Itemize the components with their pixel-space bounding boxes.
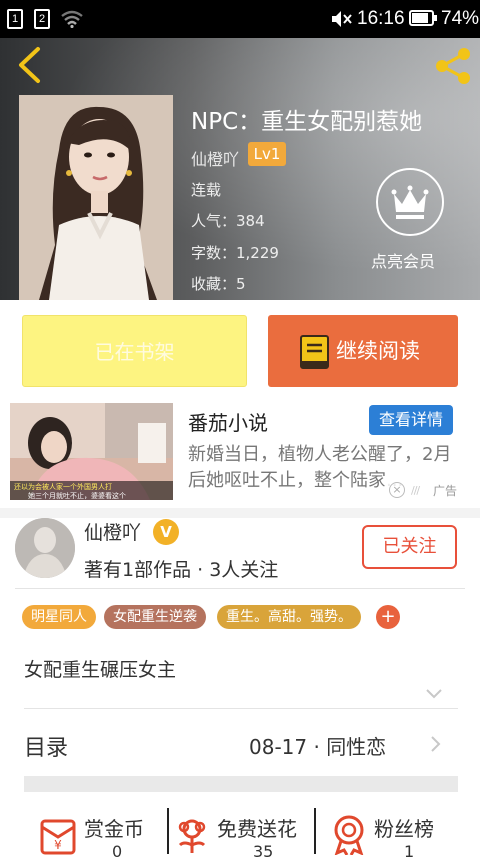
- ad-image-caption-2: 她三个月就吐不止，婆婆看这个: [28, 492, 126, 500]
- on-shelf-button[interactable]: 已在书架: [22, 315, 247, 387]
- book-status: 连载: [191, 181, 222, 199]
- book-icon: [300, 335, 329, 369]
- tag-item[interactable]: 女配重生逆袭: [104, 605, 206, 629]
- book-favorites: 收藏：5: [191, 275, 246, 293]
- reward-count: 0: [112, 842, 123, 861]
- status-bar: 1 2 16:16 74%: [0, 0, 480, 38]
- share-icon[interactable]: [433, 47, 473, 85]
- wifi-icon: [61, 10, 83, 28]
- vip-button[interactable]: [376, 168, 444, 236]
- author-level-badge: Lv1: [248, 142, 286, 166]
- battery-tip: [434, 15, 437, 21]
- book-word-count: 字数：1,229: [191, 244, 279, 262]
- reward-label[interactable]: 赏金币: [84, 813, 144, 842]
- sim-1-icon: 1: [7, 9, 23, 29]
- svg-text:¥: ¥: [54, 838, 62, 852]
- ad-view-details-button[interactable]: 查看详情: [369, 405, 453, 435]
- avatar-image: [15, 518, 75, 578]
- flowers-count: 35: [253, 842, 274, 861]
- follow-button[interactable]: 已关注: [362, 525, 457, 569]
- mute-icon: [332, 11, 352, 27]
- fans-rank-count: 1: [404, 842, 415, 861]
- spacer-band: [24, 776, 458, 792]
- ad-badge[interactable]: × /// 广告: [383, 480, 469, 502]
- chevron-down-icon[interactable]: [425, 688, 443, 700]
- battery-percent: 74%: [441, 8, 480, 29]
- flower-icon[interactable]: [172, 815, 212, 855]
- verified-badge-icon: V: [153, 519, 179, 545]
- ad-label: 广告: [433, 484, 458, 498]
- back-arrow-icon[interactable]: [14, 46, 44, 84]
- reward-envelope-icon[interactable]: ¥: [38, 815, 78, 855]
- tag-item[interactable]: 明星同人: [22, 605, 96, 629]
- divider: [15, 588, 465, 589]
- clock: 16:16: [357, 8, 405, 29]
- book-cover[interactable]: [19, 95, 173, 300]
- section-divider: [0, 508, 480, 518]
- flowers-label[interactable]: 免费送花: [217, 813, 297, 842]
- continue-reading-label: 继续阅读: [336, 339, 420, 363]
- ad-image[interactable]: 还以为会被人家一个外国男人打 她三个月就吐不止，婆婆看这个: [10, 403, 173, 500]
- ad-title[interactable]: 番茄小说: [188, 407, 268, 436]
- author-name[interactable]: 仙橙吖: [84, 518, 141, 545]
- vertical-divider: [314, 808, 316, 854]
- medal-icon[interactable]: [330, 813, 368, 855]
- close-icon[interactable]: ×: [389, 482, 405, 498]
- book-popularity: 人气：384: [191, 212, 265, 230]
- add-tag-button[interactable]: +: [376, 605, 400, 629]
- vertical-divider: [167, 808, 169, 854]
- tag-item[interactable]: 重生。高甜。强势。: [217, 605, 361, 629]
- book-summary: 女配重生碾压女主: [24, 659, 177, 681]
- book-header: NPC：重生女配别惹她 仙橙吖 Lv1 连载 人气：384 字数：1,229 收…: [0, 38, 480, 300]
- chevron-right-icon[interactable]: [430, 735, 442, 753]
- ad-slash-icon: ///: [411, 484, 420, 497]
- book-author[interactable]: 仙橙吖: [191, 146, 239, 170]
- vip-label[interactable]: 点亮会员: [371, 248, 435, 272]
- crown-icon: [391, 185, 429, 219]
- author-avatar[interactable]: [15, 518, 75, 578]
- cover-portrait-image: [19, 95, 173, 300]
- author-stats: 著有1部作品 · 3人关注: [84, 559, 279, 581]
- battery-icon: [409, 10, 434, 26]
- toc-label[interactable]: 目录: [24, 730, 68, 762]
- fans-rank-label[interactable]: 粉丝榜: [374, 813, 434, 842]
- continue-reading-button[interactable]: 继续阅读: [268, 315, 458, 387]
- toc-latest-info[interactable]: 08-17 · 同性恋: [249, 731, 386, 760]
- divider: [24, 708, 458, 709]
- book-title: NPC：重生女配别惹她: [191, 109, 423, 135]
- sim-2-icon: 2: [34, 9, 50, 29]
